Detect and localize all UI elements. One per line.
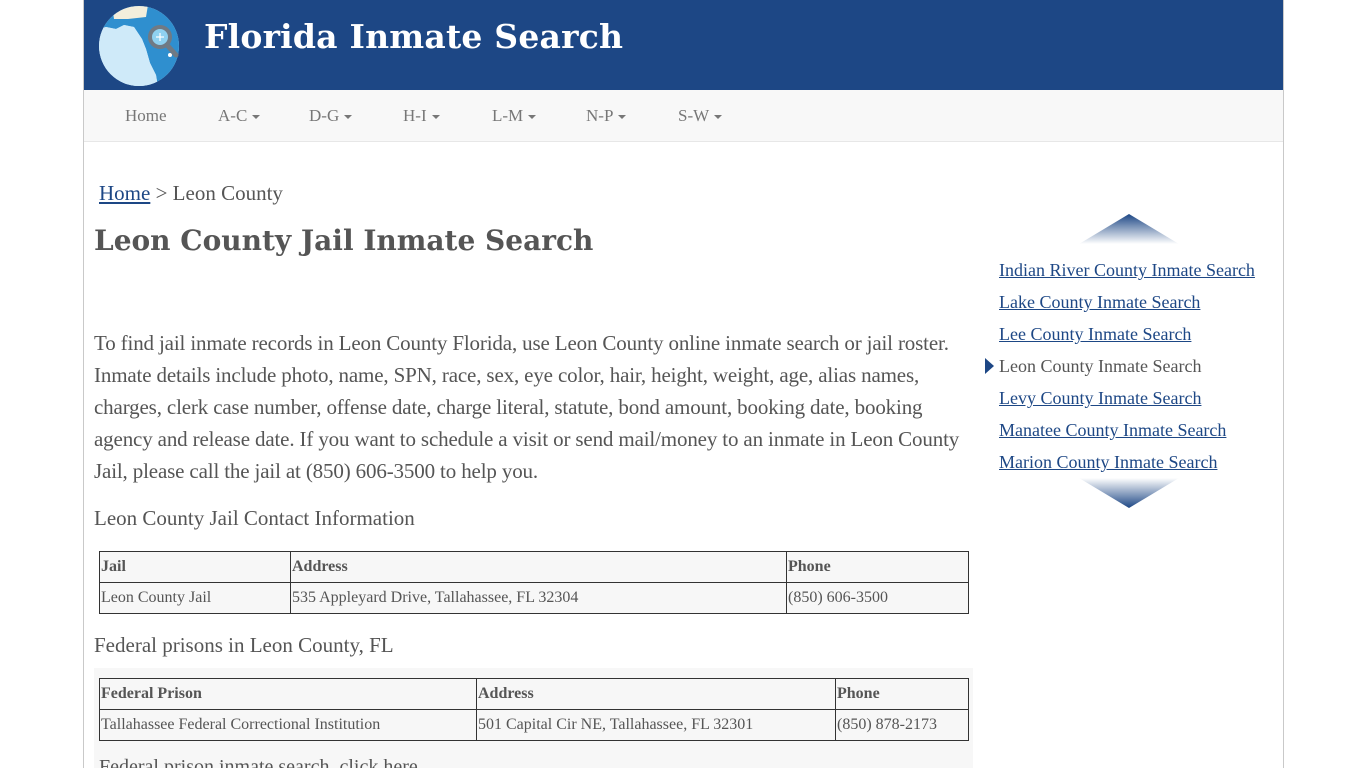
site-title[interactable]: Florida Inmate Search	[204, 17, 623, 56]
nav-label: N-P	[586, 106, 614, 125]
caret-down-icon	[431, 115, 440, 120]
nav-d-g[interactable]: D-G	[309, 90, 353, 142]
nav-home-label: Home	[125, 106, 167, 125]
nav-label: S-W	[678, 106, 710, 125]
caret-down-icon	[344, 115, 353, 120]
contact-heading: Leon County Jail Contact Information	[94, 506, 415, 530]
page-container: Florida Inmate Search Home A-C D-G H-I L…	[83, 0, 1284, 768]
caret-down-icon	[714, 115, 723, 120]
table-row: Leon County Jail 535 Appleyard Drive, Ta…	[99, 582, 969, 614]
breadcrumb: Home > Leon County	[99, 181, 283, 206]
list-item-current: Leon County Inmate Search	[984, 354, 1255, 386]
breadcrumb-home-link[interactable]: Home	[99, 181, 150, 205]
list-item: Lake County Inmate Search	[984, 290, 1255, 322]
jail-contact-table: Jail Address Phone Leon County Jail 535 …	[99, 551, 969, 614]
county-current-leon: Leon County Inmate Search	[999, 356, 1202, 376]
column-header: Jail	[99, 551, 291, 583]
list-item: Lee County Inmate Search	[984, 322, 1255, 354]
nav-h-i[interactable]: H-I	[403, 90, 440, 142]
nav-home[interactable]: Home	[125, 90, 167, 142]
list-item: Levy County Inmate Search	[984, 386, 1255, 418]
caret-down-icon	[252, 115, 261, 120]
nav-s-w[interactable]: S-W	[678, 90, 723, 142]
county-link-lake[interactable]: Lake County Inmate Search	[999, 292, 1200, 312]
nav-label: L-M	[492, 106, 524, 125]
nav-l-m[interactable]: L-M	[492, 90, 537, 142]
list-item: Indian River County Inmate Search	[984, 258, 1255, 290]
jail-phone-cell: (850) 606-3500	[786, 582, 969, 614]
column-header: Address	[476, 678, 836, 710]
breadcrumb-separator: >	[155, 181, 168, 205]
prison-name-cell: Tallahassee Federal Correctional Institu…	[99, 709, 477, 741]
federal-prison-table: Federal Prison Address Phone Tallahassee…	[99, 678, 969, 741]
federal-search-note: Federal prison inmate search, click here	[99, 756, 418, 768]
table-row: Tallahassee Federal Correctional Institu…	[99, 709, 969, 741]
column-header: Address	[290, 551, 787, 583]
jail-name-cell: Leon County Jail	[99, 582, 291, 614]
breadcrumb-current: Leon County	[172, 181, 283, 205]
nav-label: A-C	[218, 106, 248, 125]
column-header: Federal Prison	[99, 678, 477, 710]
table-header-row: Federal Prison Address Phone	[99, 678, 969, 710]
county-link-manatee[interactable]: Manatee County Inmate Search	[999, 420, 1226, 440]
nav-label: H-I	[403, 106, 427, 125]
current-pointer-icon	[985, 358, 994, 374]
nav-n-p[interactable]: N-P	[586, 90, 627, 142]
column-header: Phone	[786, 551, 969, 583]
county-link-marion[interactable]: Marion County Inmate Search	[999, 452, 1217, 472]
county-link-indian-river[interactable]: Indian River County Inmate Search	[999, 260, 1255, 280]
table-header-row: Jail Address Phone	[99, 551, 969, 583]
nav-a-c[interactable]: A-C	[218, 90, 261, 142]
list-item: Manatee County Inmate Search	[984, 418, 1255, 450]
county-link-list: Indian River County Inmate Search Lake C…	[984, 258, 1255, 482]
jail-address-cell: 535 Appleyard Drive, Tallahassee, FL 323…	[290, 582, 787, 614]
site-header: Florida Inmate Search	[84, 0, 1283, 90]
chevron-up-icon[interactable]	[1079, 214, 1179, 246]
chevron-down-icon[interactable]	[1079, 476, 1179, 508]
prison-address-cell: 501 Capital Cir NE, Tallahassee, FL 3230…	[476, 709, 836, 741]
county-link-levy[interactable]: Levy County Inmate Search	[999, 388, 1201, 408]
main-navbar: Home A-C D-G H-I L-M N-P S-W	[84, 90, 1283, 142]
column-header: Phone	[835, 678, 969, 710]
nav-label: D-G	[309, 106, 340, 125]
county-link-lee[interactable]: Lee County Inmate Search	[999, 324, 1191, 344]
intro-paragraph: To find jail inmate records in Leon Coun…	[94, 331, 960, 483]
florida-map-magnifier-icon[interactable]	[98, 5, 180, 87]
caret-down-icon	[528, 115, 537, 120]
caret-down-icon	[618, 115, 627, 120]
federal-prisons-heading: Federal prisons in Leon County, FL	[94, 633, 394, 657]
prison-phone-cell: (850) 878-2173	[835, 709, 969, 741]
page-title: Leon County Jail Inmate Search	[94, 224, 594, 257]
